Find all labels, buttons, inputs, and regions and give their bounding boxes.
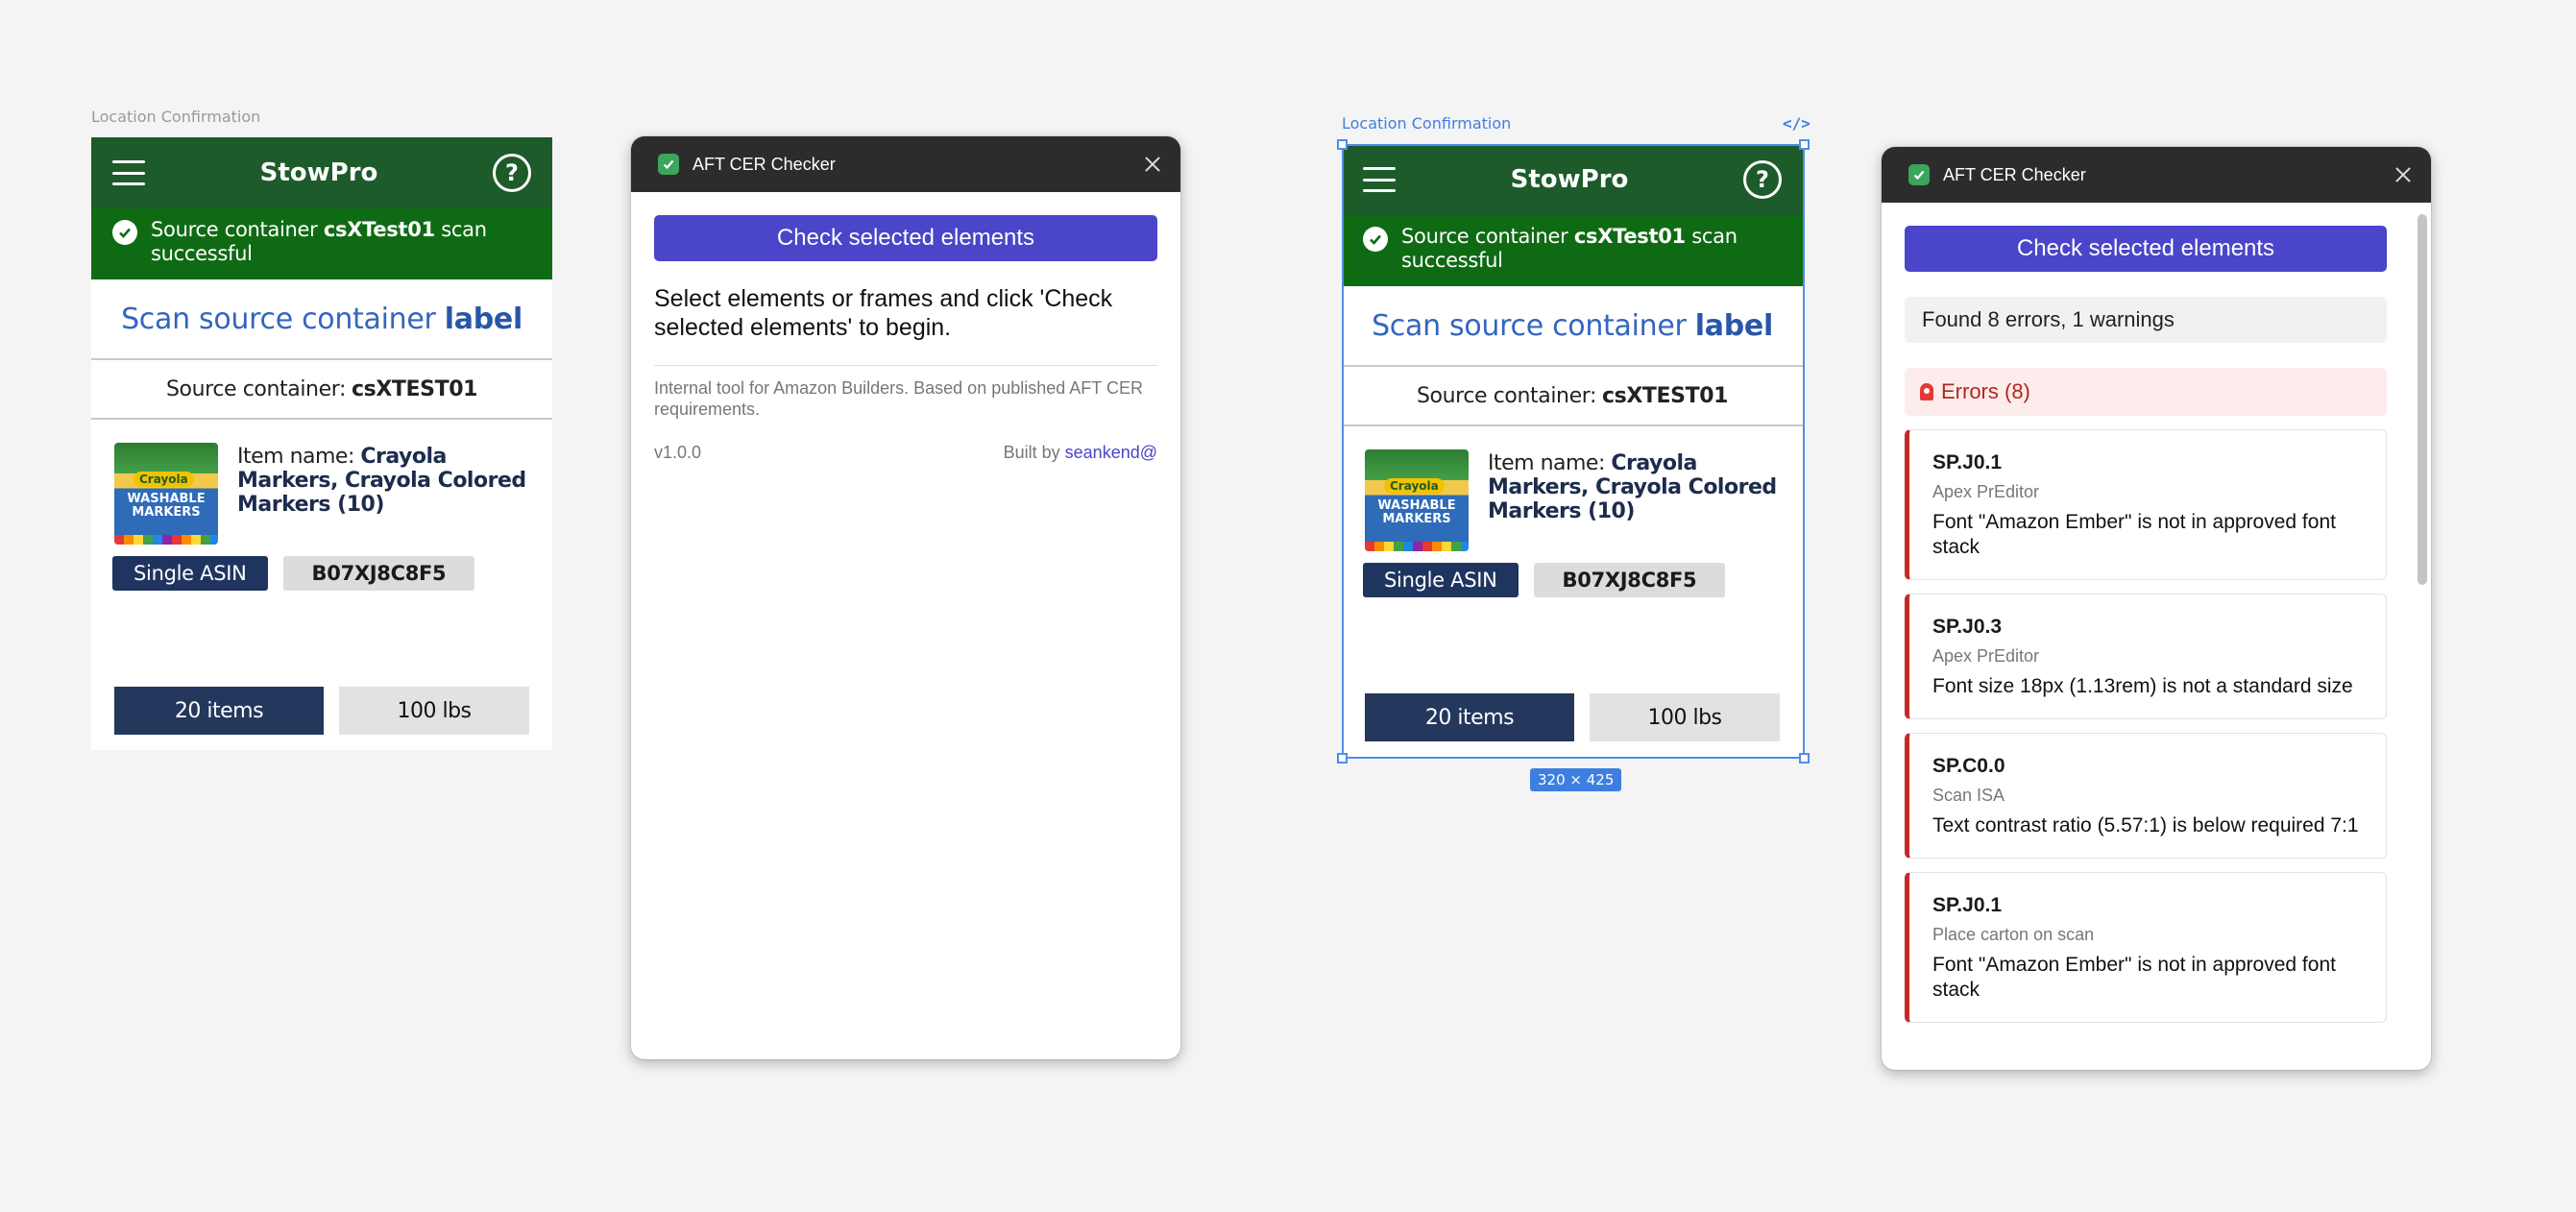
item-tags: Single ASIN B07XJ8C8F5	[91, 545, 552, 591]
item-tags: Single ASIN B07XJ8C8F5	[1342, 551, 1803, 597]
item-row: Crayola WASHABLE MARKERS Item name: Cray…	[91, 420, 552, 545]
error-code: SP.J0.1	[1932, 451, 2003, 473]
author-link[interactable]: seankend@	[1065, 443, 1157, 462]
built-by: Built by seankend@	[1003, 443, 1157, 462]
quantity-field[interactable]: 20 items	[1365, 693, 1574, 741]
results-summary: Found 8 errors, 1 warnings	[1905, 297, 2387, 343]
error-location: Apex PrEditor	[1932, 646, 2040, 666]
product-image: Crayola WASHABLE MARKERS	[1365, 449, 1469, 551]
resize-handle-top-left[interactable]	[1337, 139, 1348, 150]
check-circle-icon	[112, 220, 137, 245]
asin-type-tag: Single ASIN	[112, 556, 268, 591]
errors-section-header[interactable]: Errors (8)	[1905, 368, 2387, 416]
resize-handle-bottom-right[interactable]	[1799, 753, 1810, 764]
code-icon[interactable]: </>	[1783, 114, 1810, 133]
error-code: SP.J0.1	[1932, 894, 2003, 916]
phone-frame-location-confirmation[interactable]: StowPro ? Source container csXTest01 sca…	[91, 137, 552, 750]
plugin-window: AFT CER Checker Check selected elements …	[631, 136, 1180, 1059]
weight-field[interactable]: 100 lbs	[339, 687, 529, 735]
scrollbar[interactable]	[2418, 214, 2427, 1070]
error-location: Apex PrEditor	[1932, 482, 2040, 501]
help-icon[interactable]: ?	[493, 154, 531, 192]
weight-field[interactable]: 100 lbs	[1590, 693, 1780, 741]
checker-logo-icon	[1908, 164, 1930, 185]
resize-handle-top-right[interactable]	[1799, 139, 1810, 150]
frame-label-selected[interactable]: Location Confirmation	[1342, 114, 1511, 133]
product-image: Crayola WASHABLE MARKERS	[114, 443, 218, 545]
close-icon[interactable]	[1142, 154, 1163, 175]
error-card[interactable]: SP.C0.0 Scan ISA Text contrast ratio (5.…	[1905, 733, 2387, 859]
resize-handle-bottom-left[interactable]	[1337, 753, 1348, 764]
close-icon[interactable]	[2393, 164, 2414, 185]
size-badge: 320 × 425	[1530, 768, 1622, 791]
scan-prompt: Scan source container label	[91, 279, 552, 360]
quantity-field[interactable]: 20 items	[114, 687, 324, 735]
plugin-header: AFT CER Checker	[631, 136, 1180, 192]
app-header: StowPro ?	[1342, 144, 1803, 215]
scrollbar-thumb[interactable]	[2418, 214, 2427, 585]
error-location: Place carton on scan	[1932, 925, 2095, 944]
phone-frame-location-confirmation-selected[interactable]: StowPro ? Source container csXTest01 sca…	[1342, 144, 1803, 757]
error-code: SP.J0.3	[1932, 616, 2003, 638]
scan-prompt: Scan source container label	[1342, 286, 1803, 367]
banner-message: Source container csXTest01 scan successf…	[1401, 225, 1738, 272]
plugin-header: AFT CER Checker	[1882, 147, 2431, 203]
menu-icon[interactable]	[112, 160, 145, 185]
app-header: StowPro ?	[91, 137, 552, 208]
asin-tag: B07XJ8C8F5	[282, 556, 475, 591]
plugin-window-results: AFT CER Checker Check selected elements …	[1882, 147, 2431, 1070]
quantity-row: 20 items 100 lbs	[1365, 693, 1780, 741]
source-container-row: Source container: csXTEST01	[1342, 367, 1803, 426]
error-card[interactable]: SP.J0.3 Apex PrEditor Font size 18px (1.…	[1905, 594, 2387, 719]
error-message: Text contrast ratio (5.57:1) is below re…	[1932, 814, 2359, 836]
help-icon[interactable]: ?	[1743, 160, 1782, 199]
source-container-row: Source container: csXTEST01	[91, 360, 552, 420]
plugin-title: AFT CER Checker	[693, 154, 836, 174]
error-location: Scan ISA	[1932, 786, 2005, 805]
asin-type-tag: Single ASIN	[1363, 563, 1519, 597]
plugin-footer: v1.0.0 Built by seankend@	[654, 443, 1157, 463]
instructions-text: Select elements or frames and click 'Che…	[654, 285, 1113, 341]
siren-icon	[1920, 383, 1933, 400]
menu-icon[interactable]	[1363, 167, 1396, 192]
frame-label[interactable]: Location Confirmation	[91, 108, 260, 126]
app-title: StowPro	[259, 158, 378, 187]
check-selected-button[interactable]: Check selected elements	[1905, 226, 2387, 272]
checker-logo-icon	[658, 154, 679, 175]
divider	[654, 365, 1157, 366]
success-banner: Source container csXTest01 scan successf…	[91, 208, 552, 279]
error-message: Font "Amazon Ember" is not in approved f…	[1932, 511, 2336, 558]
check-circle-icon	[1363, 227, 1388, 252]
success-banner: Source container csXTest01 scan successf…	[1342, 215, 1803, 286]
item-name: Item name: Crayola Markers, Crayola Colo…	[237, 445, 526, 517]
error-code: SP.C0.0	[1932, 755, 2005, 777]
version-label: v1.0.0	[654, 443, 702, 462]
plugin-title: AFT CER Checker	[1943, 164, 2086, 184]
error-card[interactable]: SP.J0.1 Apex PrEditor Font "Amazon Ember…	[1905, 429, 2387, 580]
app-title: StowPro	[1510, 165, 1629, 194]
error-message: Font size 18px (1.13rem) is not a standa…	[1932, 675, 2353, 697]
footer-note: Internal tool for Amazon Builders. Based…	[654, 378, 1143, 419]
asin-tag: B07XJ8C8F5	[1533, 563, 1726, 597]
error-message: Font "Amazon Ember" is not in approved f…	[1932, 954, 2336, 1001]
error-card[interactable]: SP.J0.1 Place carton on scan Font "Amazo…	[1905, 872, 2387, 1023]
quantity-row: 20 items 100 lbs	[114, 687, 529, 735]
item-name: Item name: Crayola Markers, Crayola Colo…	[1488, 451, 1777, 523]
banner-message: Source container csXTest01 scan successf…	[151, 218, 487, 265]
check-selected-button[interactable]: Check selected elements	[654, 215, 1157, 261]
item-row: Crayola WASHABLE MARKERS Item name: Cray…	[1342, 426, 1803, 551]
